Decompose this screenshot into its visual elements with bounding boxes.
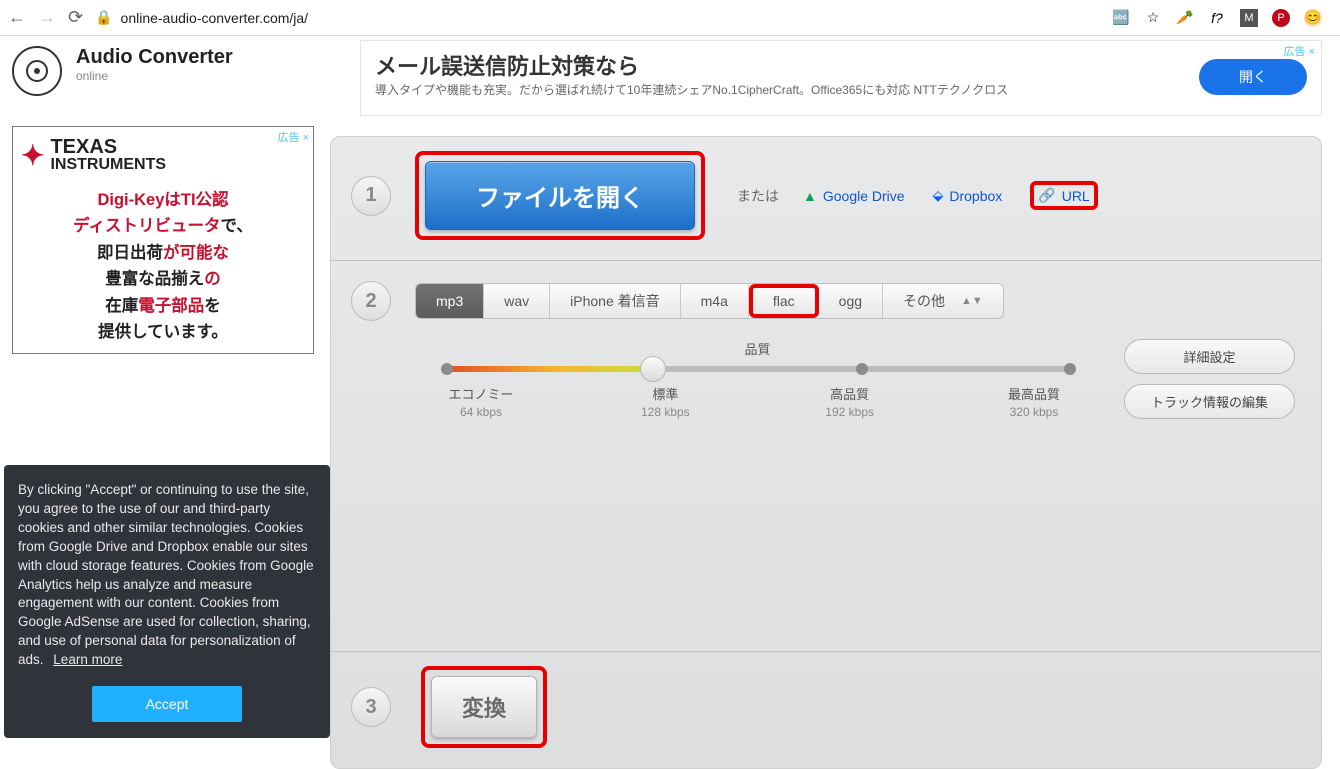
convert-highlight: 変換 bbox=[421, 666, 547, 748]
ad-copy: Digi-KeyはTI公認 ディストリビュータで、 即日出荷が可能な 豊富な品揃… bbox=[21, 187, 305, 345]
format-tabs: mp3 wav iPhone 着信音 m4a flac ogg その他 ▲▼ bbox=[415, 283, 1004, 319]
ext-m-icon[interactable]: M bbox=[1240, 9, 1258, 27]
app-subtitle: online bbox=[76, 69, 233, 83]
browser-toolbar: ← → ⟳ 🔒 online-audio-converter.com/ja/ 🔤… bbox=[0, 0, 1340, 36]
gdrive-icon: ▲ bbox=[803, 188, 817, 204]
source-url[interactable]: 🔗 URL bbox=[1038, 187, 1089, 204]
format-ogg[interactable]: ogg bbox=[819, 284, 883, 318]
step-1-number: 1 bbox=[351, 176, 391, 216]
star-icon[interactable]: ☆ bbox=[1144, 9, 1162, 27]
ad-corner-label[interactable]: 広告 × bbox=[1284, 43, 1315, 59]
sidebar-ad[interactable]: 広告 × ✦ TEXAS INSTRUMENTS Digi-KeyはTI公認 デ… bbox=[12, 126, 314, 354]
slider-fill bbox=[441, 366, 656, 372]
slider-stop-4 bbox=[1064, 363, 1076, 375]
app-logo bbox=[12, 46, 62, 96]
format-other[interactable]: その他 ▲▼ bbox=[883, 284, 1003, 318]
step-1: 1 ファイルを開く または ▲ Google Drive ⬙ Dropbox bbox=[331, 137, 1321, 261]
step-2: 2 mp3 wav iPhone 着信音 m4a flac ogg その他 ▲▼ bbox=[331, 261, 1321, 652]
quality-labels: エコノミー64 kbps 標準128 kbps 高品質192 kbps 最高品質… bbox=[441, 384, 1074, 419]
ad-label[interactable]: 広告 × bbox=[278, 129, 309, 145]
ti-mark-icon: ✦ bbox=[21, 139, 44, 172]
converter-card: 1 ファイルを開く または ▲ Google Drive ⬙ Dropbox bbox=[330, 136, 1322, 769]
app-header: Audio Converter online bbox=[12, 40, 318, 96]
slider-stop-3 bbox=[856, 363, 868, 375]
or-label: または bbox=[737, 186, 779, 206]
quality-title: 品質 bbox=[441, 339, 1074, 358]
pinterest-icon[interactable]: P bbox=[1272, 9, 1290, 27]
cookie-accept-button[interactable]: Accept bbox=[92, 686, 243, 722]
address-bar[interactable]: 🔒 online-audio-converter.com/ja/ bbox=[95, 9, 308, 26]
step-3: 3 変換 bbox=[331, 652, 1321, 768]
url-highlight: 🔗 URL bbox=[1030, 181, 1097, 210]
edit-track-info-button[interactable]: トラック情報の編集 bbox=[1124, 384, 1295, 419]
link-icon: 🔗 bbox=[1038, 187, 1055, 204]
url-text: online-audio-converter.com/ja/ bbox=[121, 10, 309, 26]
step-2-number: 2 bbox=[351, 281, 391, 321]
step-3-number: 3 bbox=[351, 687, 391, 727]
quality-slider[interactable] bbox=[441, 366, 1074, 372]
slider-stop-1 bbox=[441, 363, 453, 375]
app-title: Audio Converter bbox=[76, 46, 233, 69]
advanced-settings-button[interactable]: 詳細設定 bbox=[1124, 339, 1295, 374]
format-wav[interactable]: wav bbox=[484, 284, 550, 318]
ad-open-button[interactable]: 開く bbox=[1199, 59, 1307, 95]
top-ad-banner[interactable]: 広告 × メール誤送信防止対策なら 導入タイプや機能も充実。だから選ばれ続けて1… bbox=[360, 40, 1322, 116]
translate-icon[interactable]: 🔤 bbox=[1112, 9, 1130, 27]
ti-logo: ✦ TEXAS INSTRUMENTS bbox=[21, 137, 305, 173]
chevron-updown-icon: ▲▼ bbox=[961, 295, 983, 307]
format-m4a[interactable]: m4a bbox=[681, 284, 749, 318]
ext-f-icon[interactable]: f? bbox=[1208, 9, 1226, 27]
source-google-drive[interactable]: ▲ Google Drive bbox=[803, 188, 905, 204]
cookie-text: By clicking "Accept" or continuing to us… bbox=[18, 482, 314, 667]
avatar-icon[interactable]: 😊 bbox=[1304, 9, 1322, 27]
ext-carrot-icon[interactable]: 🥕 bbox=[1176, 9, 1194, 27]
open-file-button[interactable]: ファイルを開く bbox=[425, 161, 695, 230]
format-mp3[interactable]: mp3 bbox=[416, 284, 484, 318]
ad-description: 導入タイプや機能も充実。だから選ばれ続けて10年連続シェアNo.1CipherC… bbox=[375, 81, 1008, 99]
forward-icon[interactable]: → bbox=[38, 7, 56, 28]
open-file-highlight: ファイルを開く bbox=[415, 151, 705, 240]
convert-button[interactable]: 変換 bbox=[431, 676, 537, 738]
format-iphone[interactable]: iPhone 着信音 bbox=[550, 284, 680, 318]
reload-icon[interactable]: ⟳ bbox=[68, 7, 83, 28]
slider-thumb[interactable] bbox=[640, 356, 666, 382]
cookie-notice: By clicking "Accept" or continuing to us… bbox=[4, 465, 330, 738]
source-dropbox[interactable]: ⬙ Dropbox bbox=[933, 187, 1003, 204]
format-flac[interactable]: flac bbox=[749, 284, 819, 318]
lock-icon: 🔒 bbox=[95, 9, 112, 26]
cookie-learn-more[interactable]: Learn more bbox=[53, 652, 122, 667]
back-icon[interactable]: ← bbox=[8, 7, 26, 28]
ad-headline: メール誤送信防止対策なら bbox=[375, 49, 1008, 81]
dropbox-icon: ⬙ bbox=[933, 187, 944, 204]
